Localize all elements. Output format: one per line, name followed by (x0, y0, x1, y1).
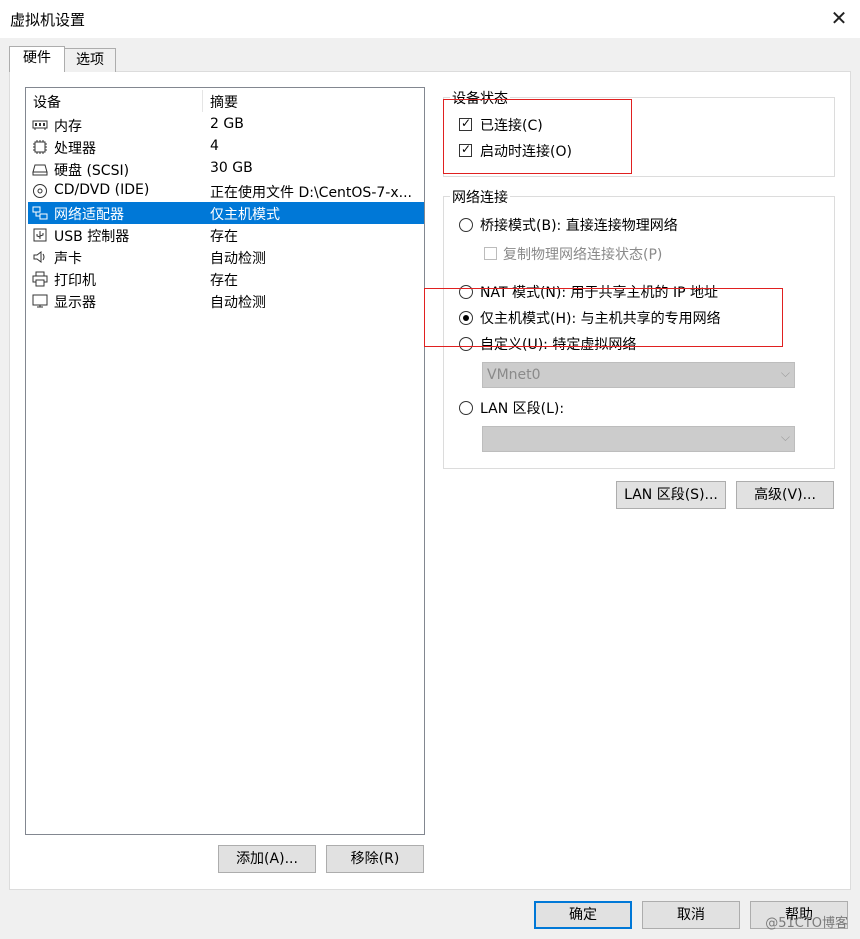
memory-icon (32, 120, 48, 130)
column-header-device[interactable]: 设备 (33, 92, 61, 112)
device-summary: 存在 (210, 229, 238, 245)
advanced-button[interactable]: 高级(V)... (736, 481, 834, 509)
title-bar (0, 0, 860, 38)
replicate-state-checkbox[interactable] (484, 247, 497, 260)
custom-network-select[interactable]: VMnet0 ⌵ (482, 362, 795, 388)
bridged-label[interactable]: 桥接模式(B): 直接连接物理网络 (480, 215, 678, 235)
device-row-sound[interactable]: 声卡 自动检测 (28, 246, 424, 268)
column-separator (202, 90, 203, 112)
cancel-button[interactable]: 取消 (642, 901, 740, 929)
device-summary: 自动检测 (210, 295, 266, 311)
device-summary: 30 GB (210, 160, 253, 176)
cpu-icon (33, 140, 47, 154)
display-icon (32, 294, 48, 308)
watermark: @51CTO博客 (765, 916, 848, 931)
sound-icon (33, 251, 45, 263)
cd-dvd-icon (33, 184, 47, 198)
device-row-display[interactable]: 显示器 自动检测 (28, 290, 424, 312)
device-name: 硬盘 (SCSI) (54, 163, 130, 179)
device-name: 处理器 (54, 141, 96, 157)
usb-icon (33, 228, 47, 242)
column-header-summary[interactable]: 摘要 (210, 92, 238, 112)
network-adapter-icon (32, 206, 48, 220)
close-icon[interactable]: ✕ (828, 6, 850, 30)
device-row-usb[interactable]: USB 控制器 存在 (28, 224, 424, 246)
replicate-state-label[interactable]: 复制物理网络连接状态(P) (503, 244, 662, 264)
chevron-down-icon: ⌵ (780, 366, 790, 380)
network-connection-legend: 网络连接 (450, 187, 510, 207)
device-row-cd-dvd[interactable]: CD/DVD (IDE) 正在使用文件 D:\CentOS-7-x... (28, 180, 424, 202)
lan-segment-select[interactable]: ⌵ (482, 426, 795, 452)
device-row-cpu[interactable]: 处理器 4 (28, 136, 424, 158)
device-name: 网络适配器 (54, 207, 124, 223)
add-button[interactable]: 添加(A)... (218, 845, 316, 873)
device-name: 打印机 (54, 273, 96, 289)
device-name: 内存 (54, 119, 82, 135)
bridged-radio[interactable] (459, 218, 473, 232)
annotation-box-host-only (424, 288, 783, 347)
annotation-box-device-status (443, 99, 632, 174)
device-name: CD/DVD (IDE) (54, 182, 150, 198)
device-summary: 存在 (210, 273, 238, 289)
tab-hardware[interactable]: 硬件 (9, 46, 65, 72)
lan-segments-button[interactable]: LAN 区段(S)... (616, 481, 726, 509)
window-title: 虚拟机设置 (10, 11, 86, 29)
device-summary: 2 GB (210, 116, 244, 132)
harddisk-icon (32, 164, 48, 176)
remove-button[interactable]: 移除(R) (326, 845, 424, 873)
device-row-memory[interactable]: 内存 2 GB (28, 114, 424, 136)
lan-segment-label[interactable]: LAN 区段(L): (480, 398, 564, 418)
device-summary: 自动检测 (210, 251, 266, 267)
device-row-network-adapter[interactable]: 网络适配器 仅主机模式 (28, 202, 424, 224)
tab-options[interactable]: 选项 (64, 48, 116, 72)
device-summary: 4 (210, 138, 219, 154)
device-name: 声卡 (54, 251, 82, 267)
ok-button[interactable]: 确定 (534, 901, 632, 929)
device-row-harddisk[interactable]: 硬盘 (SCSI) 30 GB (28, 158, 424, 180)
lan-segment-radio[interactable] (459, 401, 473, 415)
device-summary: 正在使用文件 D:\CentOS-7-x... (210, 185, 412, 201)
device-row-printer[interactable]: 打印机 存在 (28, 268, 424, 290)
chevron-down-icon: ⌵ (780, 430, 790, 444)
printer-icon (32, 271, 48, 287)
device-name: 显示器 (54, 295, 96, 311)
custom-network-value: VMnet0 (487, 367, 541, 383)
device-summary: 仅主机模式 (210, 207, 280, 223)
device-name: USB 控制器 (54, 229, 130, 245)
